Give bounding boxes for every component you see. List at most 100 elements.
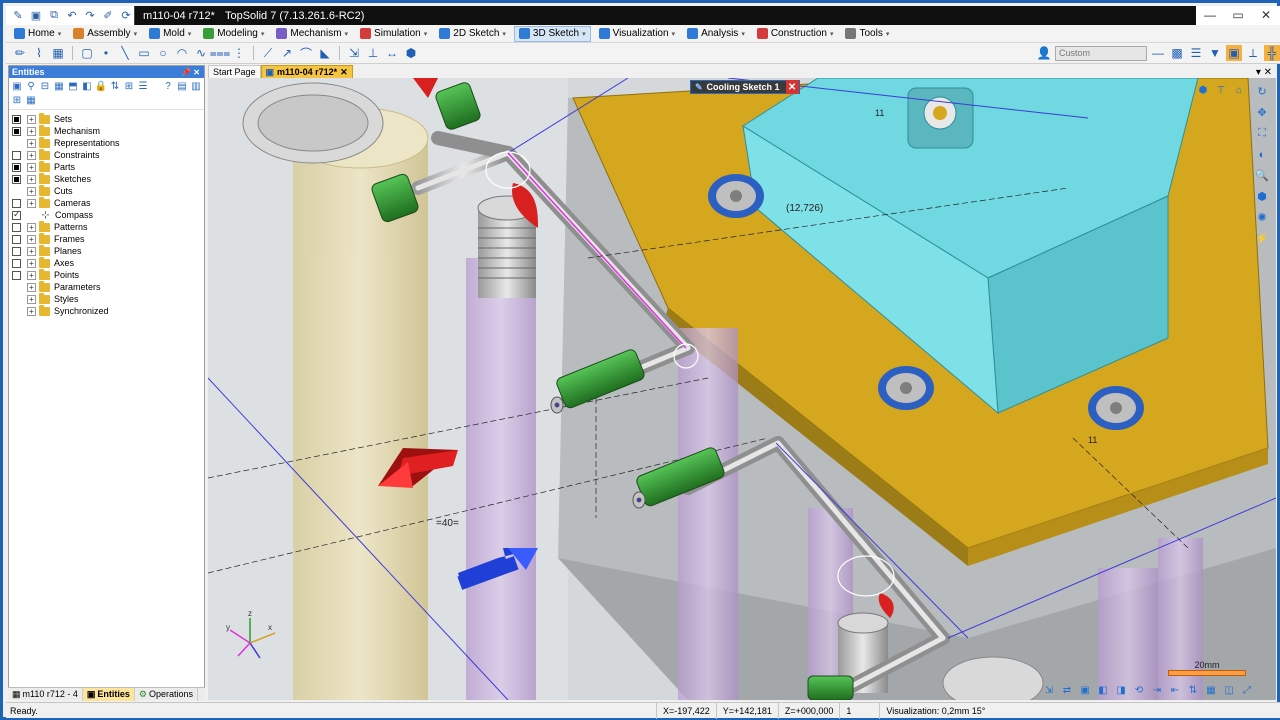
expand-icon[interactable]: + bbox=[27, 198, 36, 208]
magnet-icon[interactable]: ⟂ bbox=[1245, 45, 1261, 61]
standard-view-icon[interactable]: ⇲ bbox=[1042, 684, 1056, 696]
tab-operations[interactable]: ⚙ Operations bbox=[135, 687, 199, 701]
tree-item-synchronized[interactable]: + Synchronized bbox=[9, 304, 204, 317]
close-icon[interactable]: ✕ bbox=[1252, 6, 1280, 25]
tree-item-compass[interactable]: ⊹ Compass bbox=[9, 209, 204, 221]
view-front-icon[interactable]: ⌂ bbox=[1232, 84, 1246, 96]
menu-item-home[interactable]: Home ▾ bbox=[10, 26, 65, 42]
expand-icon[interactable]: + bbox=[27, 246, 36, 256]
close-documents-icon[interactable]: ▾ ✕ bbox=[1256, 67, 1276, 78]
help-icon[interactable]: ? bbox=[162, 80, 174, 92]
project-icon[interactable]: ⇲ bbox=[346, 45, 362, 61]
new-sketch-icon[interactable]: ▢ bbox=[79, 45, 95, 61]
tab-project[interactable]: ▦ m110 r712 - 4 bbox=[8, 687, 83, 701]
sync-view-icon[interactable]: ⇄ bbox=[1060, 684, 1074, 696]
columns-icon[interactable]: ▦ bbox=[25, 95, 37, 107]
lighting-icon[interactable]: ✺ bbox=[1255, 210, 1270, 225]
expand-icon[interactable]: + bbox=[27, 150, 36, 160]
refresh-icon[interactable]: ⟳ bbox=[118, 8, 134, 23]
section-icon[interactable]: ⚡ bbox=[1255, 231, 1270, 246]
expand-icon[interactable]: + bbox=[27, 282, 36, 292]
next-view-icon[interactable]: ⇥ bbox=[1150, 684, 1164, 696]
status-visualization[interactable]: Visualization: 0,2mm 15° bbox=[879, 702, 991, 719]
coordinate-dimension[interactable]: (12,726) bbox=[786, 203, 823, 214]
tree-item-axes[interactable]: + Axes bbox=[9, 256, 204, 269]
expand-icon[interactable]: + bbox=[27, 234, 36, 244]
side-view-icon[interactable]: ◨ bbox=[1114, 684, 1128, 696]
menu-item-simulation[interactable]: Simulation ▾ bbox=[356, 26, 431, 42]
split-view-icon[interactable]: ◫ bbox=[1222, 684, 1236, 696]
undo-icon[interactable]: ↶ bbox=[64, 8, 80, 23]
visibility-checkbox[interactable] bbox=[12, 270, 21, 280]
list-icon[interactable]: ☰ bbox=[137, 80, 149, 92]
expand-icon[interactable]: ⊞ bbox=[11, 95, 23, 107]
chevron-down-icon[interactable]: ▾ bbox=[502, 30, 506, 38]
tab-active-document[interactable]: ▣ m110-04 r712* ✕ bbox=[260, 65, 353, 78]
chevron-down-icon[interactable]: ▾ bbox=[741, 30, 745, 38]
menu-item-2d-sketch[interactable]: 2D Sketch ▾ bbox=[435, 26, 510, 42]
chevron-down-icon[interactable]: ▾ bbox=[188, 30, 192, 38]
person-icon[interactable]: 👤 bbox=[1036, 45, 1052, 61]
view-cube-icon[interactable]: ⬢ bbox=[403, 45, 419, 61]
tree-item-cameras[interactable]: + Cameras bbox=[9, 196, 204, 209]
tree-item-sketches[interactable]: + Sketches bbox=[9, 172, 204, 185]
arc-icon[interactable]: ◠ bbox=[174, 45, 190, 61]
grid-snap-icon[interactable]: ╬ bbox=[1264, 45, 1280, 61]
zoom-window-icon[interactable]: ⛶ bbox=[1255, 126, 1270, 141]
dimension-icon[interactable]: ↔ bbox=[384, 45, 400, 61]
chevron-down-icon[interactable]: ▾ bbox=[672, 30, 676, 38]
show-all-icon[interactable]: ▣ bbox=[11, 80, 23, 92]
rotate-icon[interactable]: ↻ bbox=[1255, 84, 1270, 99]
tree-item-patterns[interactable]: + Patterns bbox=[9, 220, 204, 233]
filter-entities-icon[interactable]: ⚲ bbox=[25, 80, 37, 92]
menu-item-construction[interactable]: Construction ▾ bbox=[753, 26, 838, 42]
pattern-icon[interactable]: ⋮ bbox=[231, 45, 247, 61]
offset-icon[interactable]: ⩶ bbox=[210, 45, 231, 61]
save-icon[interactable]: ▣ bbox=[28, 8, 44, 23]
chevron-down-icon[interactable]: ▾ bbox=[886, 30, 890, 38]
cube-icon[interactable]: ▦ bbox=[50, 45, 66, 61]
tree-item-planes[interactable]: + Planes bbox=[9, 244, 204, 257]
select-all-icon[interactable]: ▤ bbox=[176, 80, 188, 92]
edit-icon[interactable]: ✐ bbox=[100, 8, 116, 23]
visibility-checkbox[interactable] bbox=[12, 150, 21, 160]
visibility-checkbox[interactable] bbox=[12, 198, 21, 208]
shading-icon[interactable]: ◐ bbox=[1255, 147, 1270, 162]
sketch-tool-icon[interactable]: ⌇ bbox=[31, 45, 47, 61]
constraint-icon[interactable]: ⊥ bbox=[365, 45, 381, 61]
prev-view-icon[interactable]: ⇤ bbox=[1168, 684, 1182, 696]
view-top-icon[interactable]: ⊤ bbox=[1214, 84, 1228, 96]
distance-dimension[interactable]: =40= bbox=[436, 518, 459, 529]
circle-icon[interactable]: ○ bbox=[155, 45, 171, 61]
group-icon[interactable]: ▥ bbox=[190, 80, 202, 92]
zoom-icon[interactable]: 🔍 bbox=[1255, 168, 1270, 183]
filter-icon[interactable]: ▼ bbox=[1207, 45, 1223, 61]
extend-icon[interactable]: ↗ bbox=[279, 45, 295, 61]
menu-item-analysis[interactable]: Analysis ▾ bbox=[683, 26, 749, 42]
parts-filter-icon[interactable]: ▦ bbox=[53, 80, 65, 92]
fillet-icon[interactable]: ⌒ bbox=[298, 45, 314, 61]
tree-item-styles[interactable]: + Styles bbox=[9, 292, 204, 305]
tree-item-sets[interactable]: + Sets bbox=[9, 112, 204, 125]
tree-item-points[interactable]: + Points bbox=[9, 268, 204, 281]
menu-item-assembly[interactable]: Assembly ▾ bbox=[69, 26, 141, 42]
pin-icon[interactable]: ✎ bbox=[10, 8, 26, 23]
expand-icon[interactable]: + bbox=[27, 174, 36, 184]
view-home-icon[interactable]: ⬢ bbox=[1196, 84, 1210, 96]
expand-icon[interactable]: + bbox=[27, 126, 36, 136]
expand-icon[interactable]: + bbox=[27, 114, 36, 124]
menu-item-modeling[interactable]: Modeling ▾ bbox=[199, 26, 268, 42]
collapse-icon[interactable]: ⊟ bbox=[39, 80, 51, 92]
chevron-down-icon[interactable]: ▾ bbox=[345, 30, 349, 38]
visibility-checkbox[interactable] bbox=[12, 162, 21, 172]
expand-icon[interactable]: + bbox=[27, 222, 36, 232]
chevron-down-icon[interactable]: ▾ bbox=[830, 30, 834, 38]
pan-icon[interactable]: ✥ bbox=[1255, 105, 1270, 120]
minimize-icon[interactable]: — bbox=[1196, 6, 1224, 25]
iso-view-icon[interactable]: ⬢ bbox=[1255, 189, 1270, 204]
expand-icon[interactable]: + bbox=[27, 162, 36, 172]
tree-item-constraints[interactable]: + Constraints bbox=[9, 148, 204, 161]
maximize-icon[interactable]: ▭ bbox=[1224, 6, 1252, 25]
trim-icon[interactable]: ⟋ bbox=[260, 45, 276, 61]
custom-combo[interactable]: Custom bbox=[1055, 45, 1147, 61]
